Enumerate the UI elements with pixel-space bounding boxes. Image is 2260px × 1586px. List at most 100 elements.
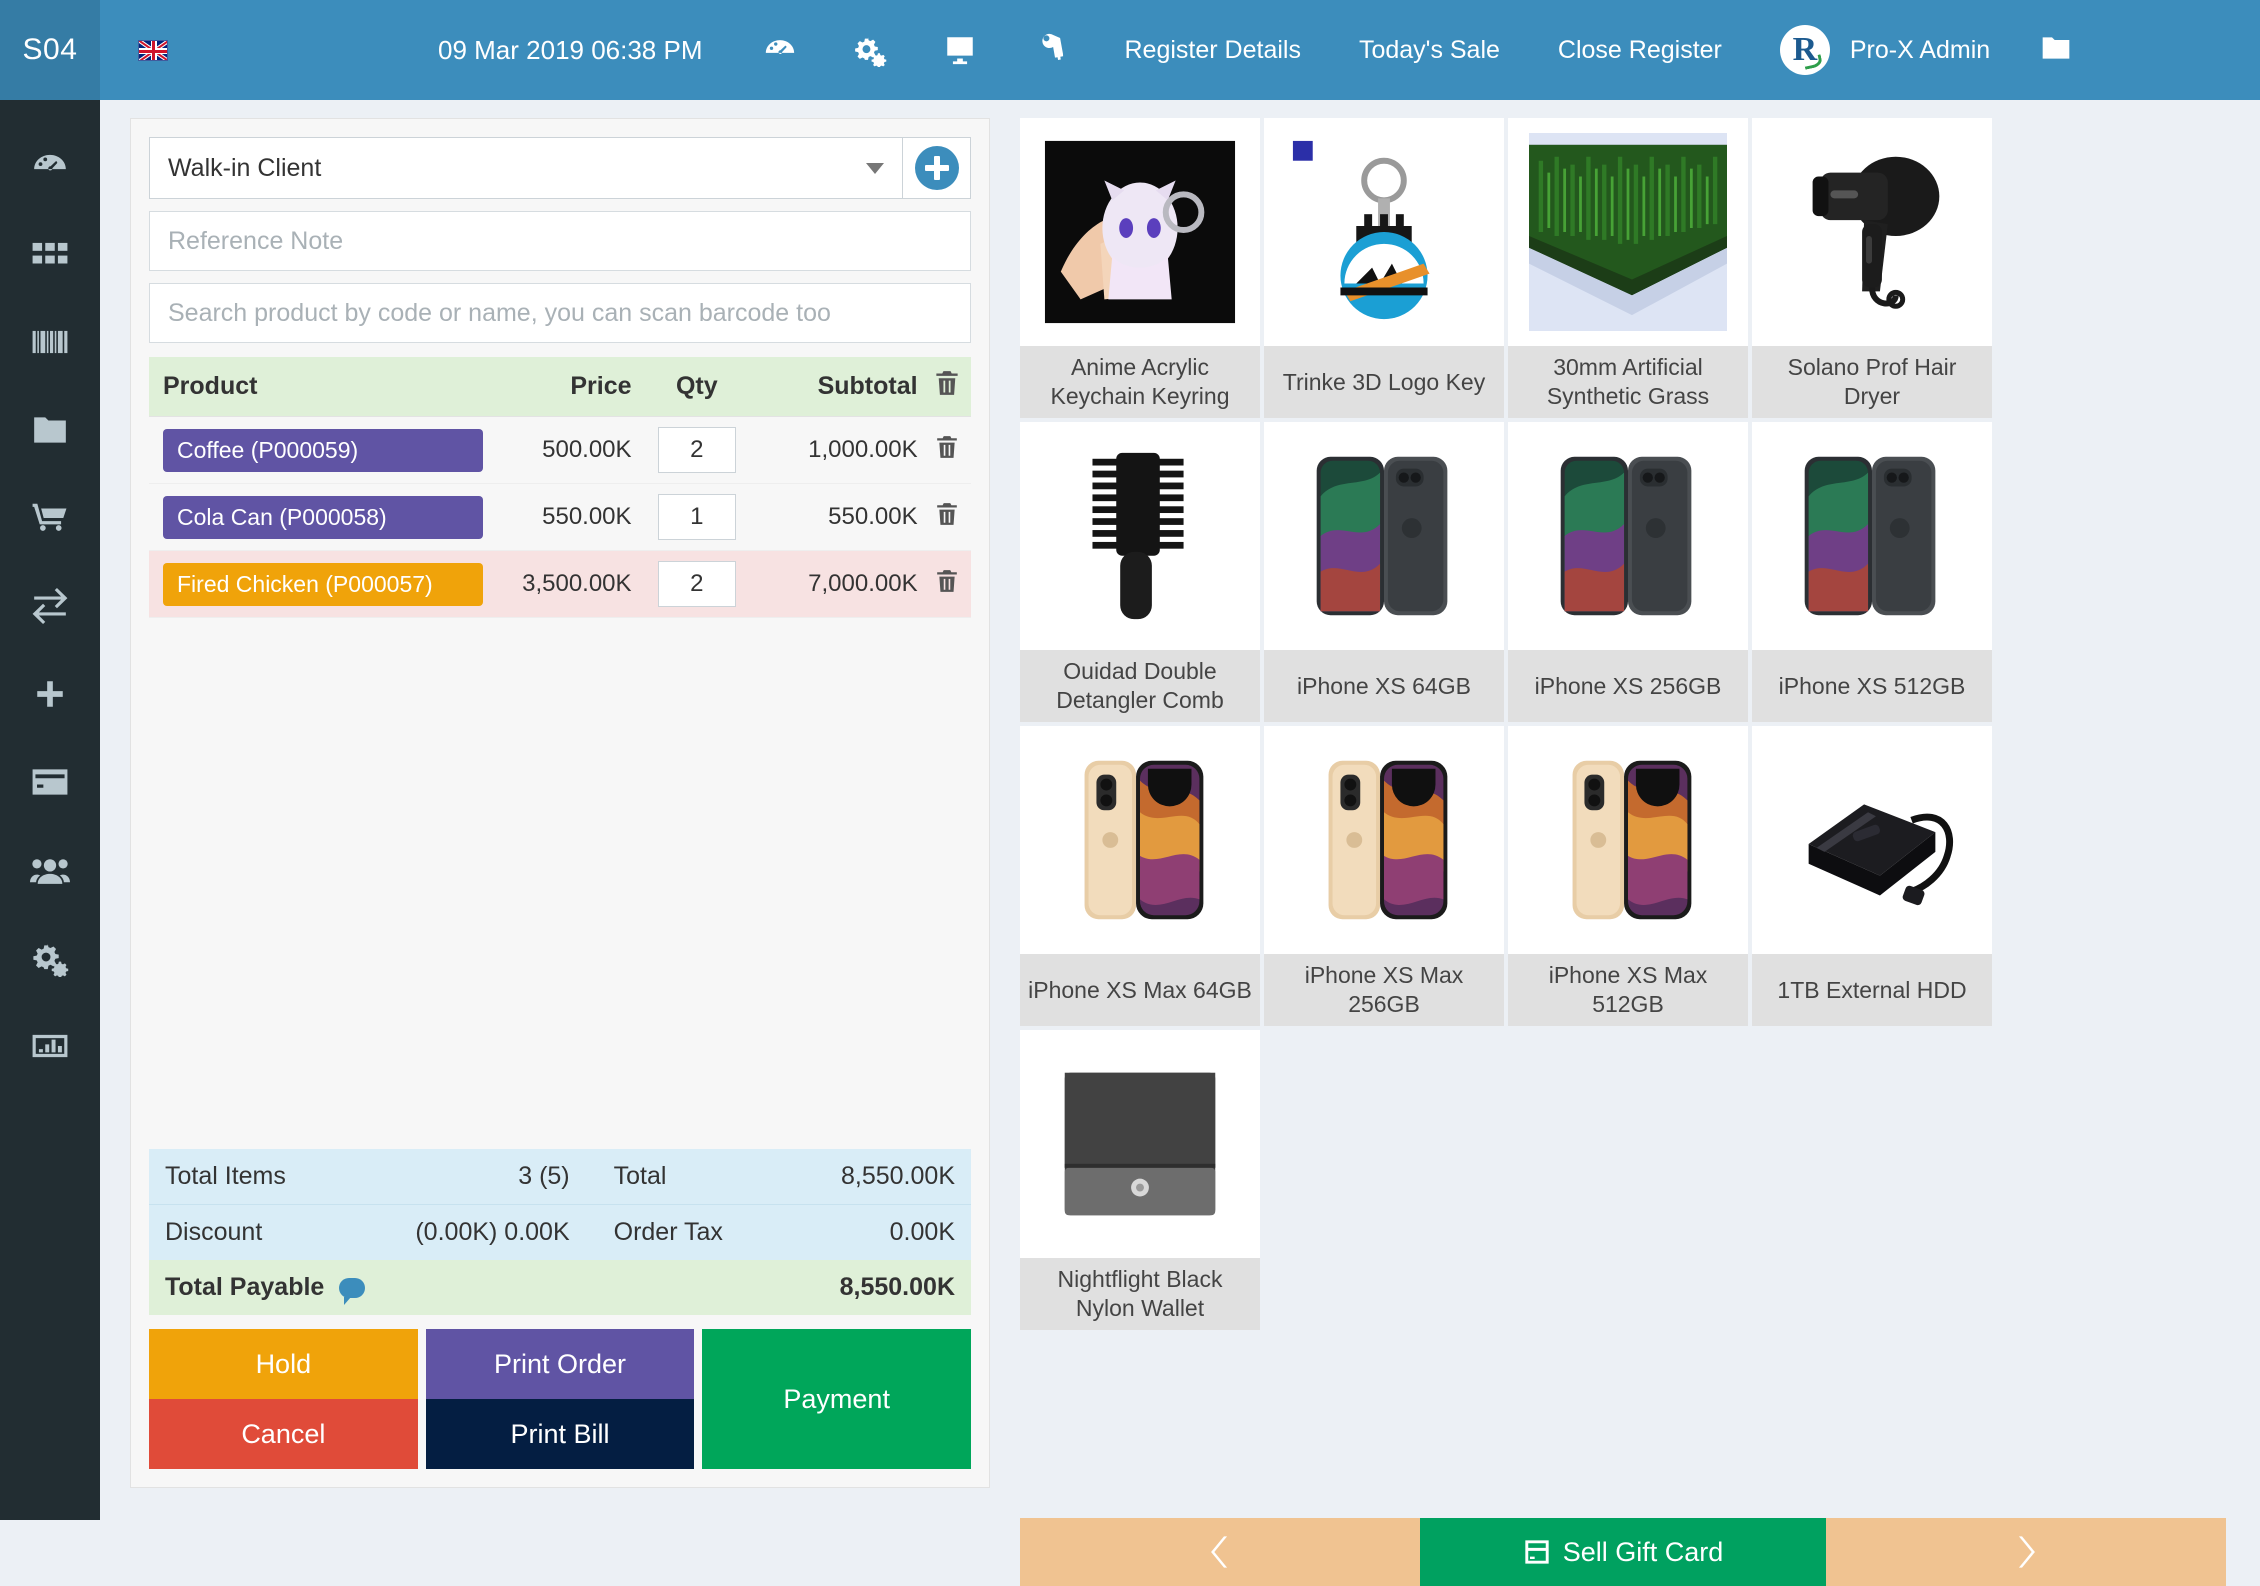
product-tile[interactable]: iPhone XS Max 256GB [1264,726,1504,1026]
payment-group: Payment [702,1329,972,1469]
folder-icon[interactable] [2040,34,2072,67]
product-tile[interactable]: Solano Prof Hair Dryer [1752,118,1992,418]
sidebar-item-transfers[interactable] [0,562,100,650]
iphone-gray-art-icon [1529,437,1727,635]
cart-cell-qty [637,416,757,484]
print-bill-button[interactable]: Print Bill [425,1399,695,1469]
product-tile[interactable]: iPhone XS Max 512GB [1508,726,1748,1026]
iphone-gold-art-icon [1285,741,1483,939]
sidebar-item-sales-cart[interactable] [0,474,100,562]
plus-circle-icon [914,146,959,190]
totals-row-items: Total Items 3 (5) Total 8,550.00K [149,1149,971,1205]
product-search-input[interactable] [149,283,971,343]
product-name: 30mm Artificial Synthetic Grass [1508,346,1748,418]
chevron-down-icon [866,162,884,174]
order-tax-value: 0.00K [783,1204,971,1260]
trash-icon [935,370,959,403]
product-tile[interactable]: Anime Acrylic Keychain Keyring [1020,118,1260,418]
col-header-product: Product [149,357,489,417]
product-image [1752,118,1992,346]
comment-bubble-icon[interactable] [339,1278,366,1306]
cart-cell-product: Fired Chicken (P000057) [149,550,489,618]
add-customer-button[interactable] [903,137,971,199]
product-tile[interactable]: iPhone XS 256GB [1508,422,1748,722]
monitor-icon[interactable] [943,33,977,67]
total-value: 8,550.00K [783,1149,971,1205]
hdd-art-icon [1773,741,1971,939]
product-tile[interactable]: 30mm Artificial Synthetic Grass [1508,118,1748,418]
cart-header-row: Product Price Qty Subtotal [149,357,971,417]
table-row[interactable]: Fired Chicken (P000057) 3,500.00K 7,000.… [149,550,971,618]
customer-select[interactable]: Walk-in Client [149,137,903,199]
quantity-stepper[interactable] [657,427,736,473]
product-image [1508,726,1748,954]
iphone-gold-art-icon [1529,741,1727,939]
col-header-qty: Qty [637,357,757,417]
discount-value: (0.00K) 0.00K [345,1204,586,1260]
sidebar-item-barcode[interactable] [0,298,100,386]
cart-cell-subtotal: 550.00K [756,483,924,551]
sidebar-item-products-grid[interactable] [0,210,100,298]
product-catalog: Anime Acrylic Keychain Keyring Trinke 3D… [1020,118,2230,1498]
product-badge: Fired Chicken (P000057) [163,562,483,606]
iphone-gold-art-icon [1041,741,1239,939]
sidebar-item-payments[interactable] [0,738,100,826]
sidebar-item-reports[interactable] [0,1002,100,1090]
delete-row-button[interactable] [923,416,971,484]
product-image [1752,726,1992,954]
catalog-pager: Sell Gift Card [1020,1518,2230,1586]
sidebar-item-dashboard[interactable] [0,122,100,210]
product-tile[interactable]: iPhone XS Max 64GB [1020,726,1260,1026]
sell-gift-card-button[interactable]: Sell Gift Card [1420,1518,1826,1586]
delete-all-button[interactable] [923,357,971,417]
sidebar-item-add-new[interactable] [0,650,100,738]
table-row[interactable]: Coffee (P000059) 500.00K 1,000.00K [149,416,971,484]
quantity-stepper[interactable] [657,494,736,540]
product-image [1020,726,1260,954]
cancel-button[interactable]: Cancel [149,1399,418,1469]
top-header: S04 09 Mar 2019 06:38 PM Register Detail… [0,0,2260,100]
close-register-link[interactable]: Close Register [1558,36,1722,65]
gift-card-icon [1525,1540,1549,1564]
sidebar-item-customers[interactable] [0,826,100,914]
product-tile[interactable]: 1TB External HDD [1752,726,1992,1026]
user-menu[interactable]: R Pro-X Admin [1779,25,1990,75]
dashboard-icon[interactable] [763,33,797,67]
sidebar-item-files[interactable] [0,386,100,474]
product-tile[interactable]: Nightflight Black Nylon Wallet [1020,1030,1260,1330]
settings-cogs-icon[interactable] [853,33,887,67]
print-group: Print Order Print Bill [425,1329,695,1469]
order-tax-label[interactable]: Order Tax [585,1204,783,1260]
product-name: iPhone XS Max 512GB [1508,954,1748,1026]
discount-label[interactable]: Discount [149,1204,346,1260]
delete-row-button[interactable] [923,483,971,551]
hold-button[interactable]: Hold [149,1329,418,1399]
product-tile[interactable]: Trinke 3D Logo Key [1264,118,1504,418]
register-details-link[interactable]: Register Details [1125,36,1301,65]
prev-page-button[interactable] [1020,1518,1420,1586]
product-tile[interactable]: iPhone XS 512GB [1752,422,1992,722]
quantity-stepper[interactable] [657,561,736,607]
sidebar-item-settings[interactable] [0,914,100,1002]
product-tile[interactable]: iPhone XS 64GB [1264,422,1504,722]
col-header-subtotal: Subtotal [756,357,924,417]
cart-cell-subtotal: 7,000.00K [756,550,924,618]
payment-button[interactable]: Payment [702,1329,972,1469]
table-row[interactable]: Cola Can (P000058) 550.00K 550.00K [149,483,971,551]
keychain-art-icon [1044,140,1236,324]
cart-cell-price: 3,500.00K [489,550,638,618]
store-code-logo[interactable]: S04 [0,0,100,100]
product-tile[interactable]: Ouidad Double Detangler Comb [1020,422,1260,722]
product-image [1264,422,1504,650]
delete-row-button[interactable] [923,550,971,618]
uk-flag-icon[interactable] [138,39,168,61]
todays-sale-link[interactable]: Today's Sale [1359,36,1500,65]
next-page-button[interactable] [1826,1518,2226,1586]
product-badge: Coffee (P000059) [163,428,483,472]
key-icon[interactable] [1033,33,1067,67]
reference-note-input[interactable] [149,211,971,271]
print-order-button[interactable]: Print Order [425,1329,695,1399]
cart-cell-subtotal: 1,000.00K [756,416,924,484]
iphone-gray-art-icon [1285,437,1483,635]
customer-row: Walk-in Client [149,137,971,199]
